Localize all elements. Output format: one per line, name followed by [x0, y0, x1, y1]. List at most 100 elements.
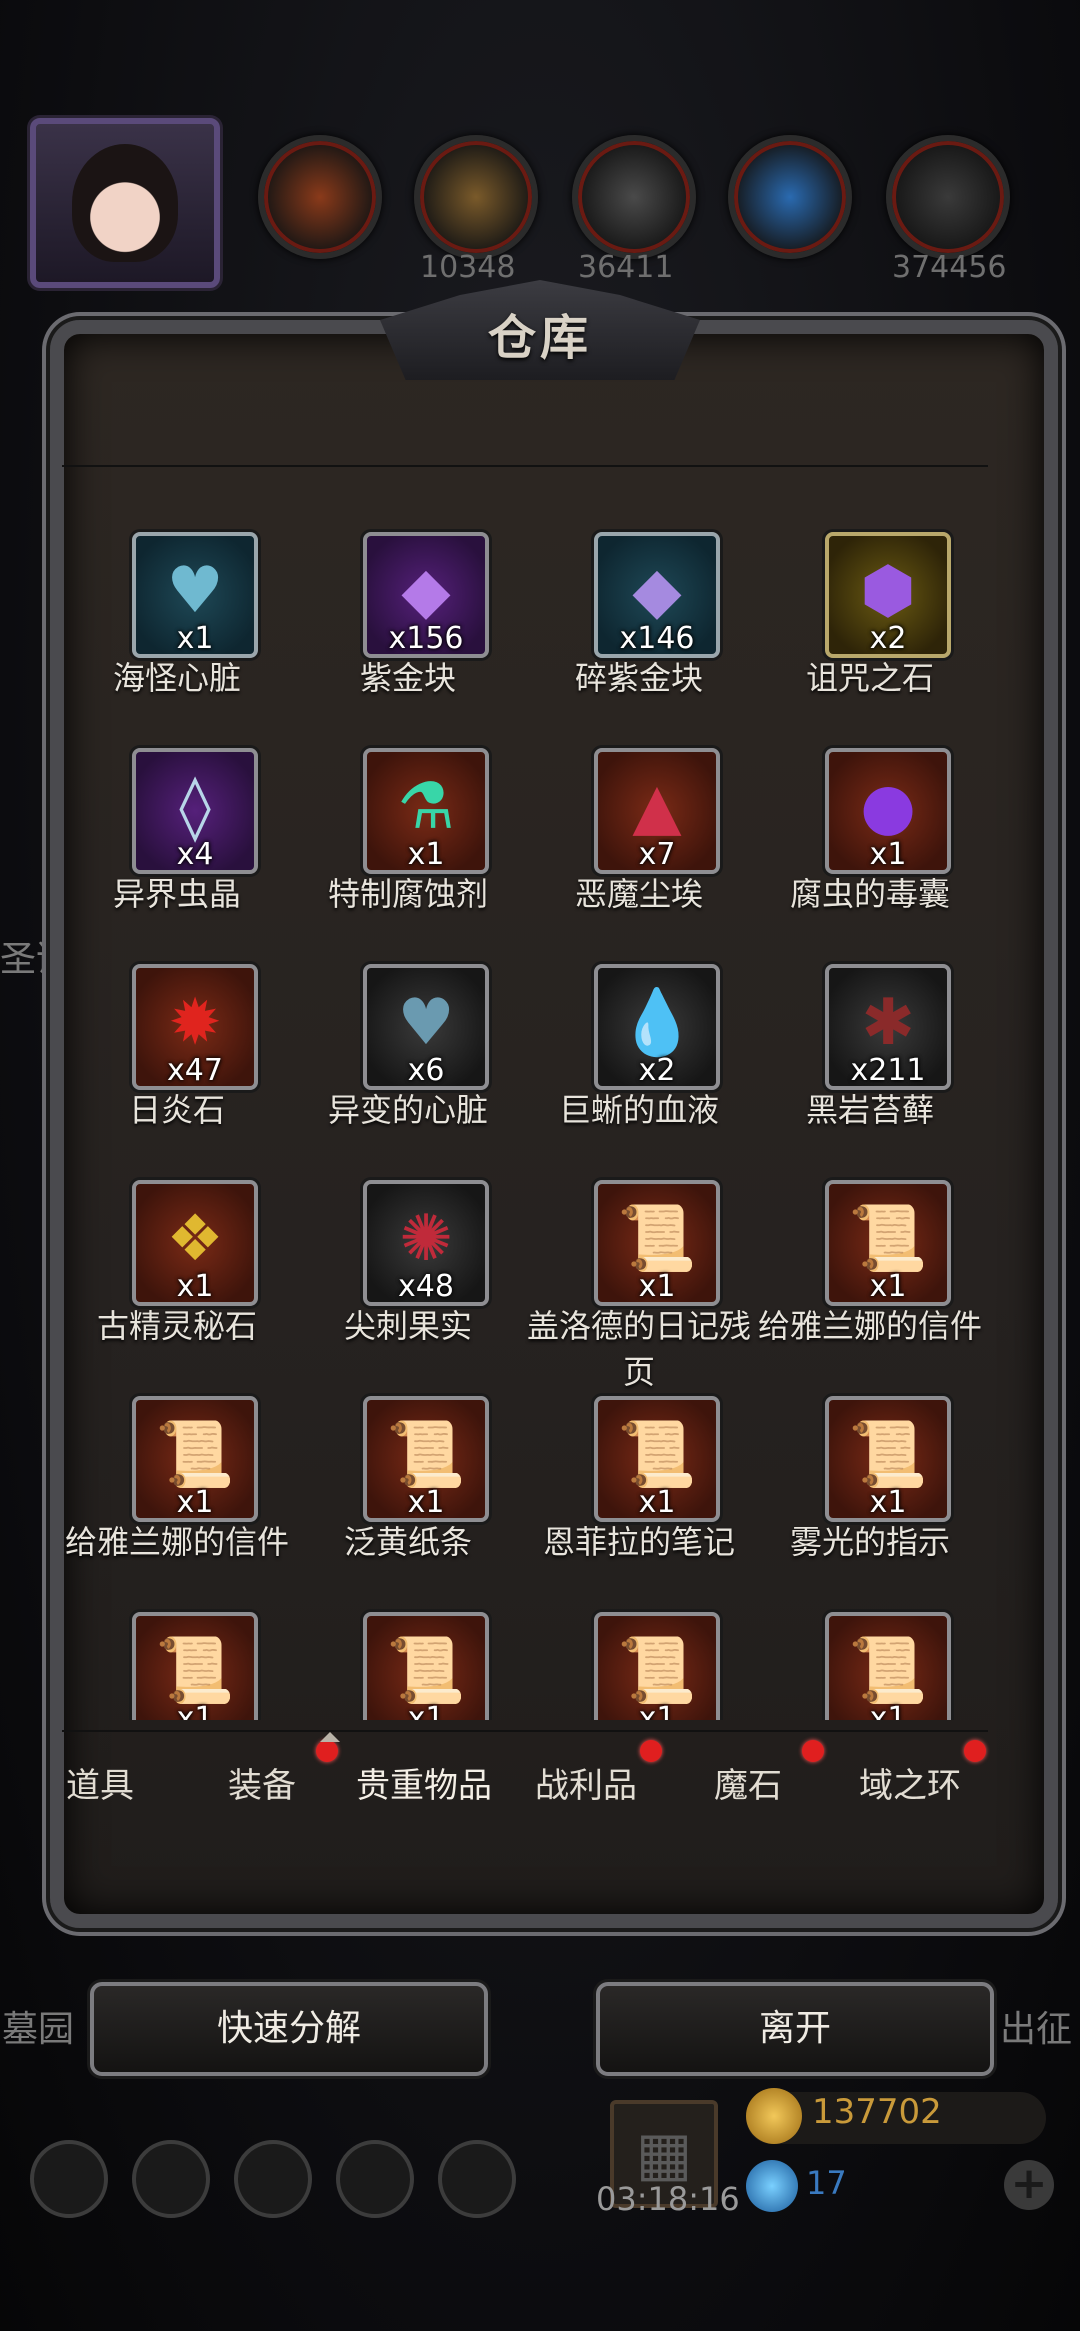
inventory-item[interactable]: ◆ x156 紫金块: [293, 520, 523, 710]
inventory-item[interactable]: 📜 x1 恩菲拉的笔记: [524, 1384, 754, 1574]
tab-4[interactable]: 魔石: [668, 1758, 828, 1807]
item-slot-frame: 📜 x1: [132, 1396, 258, 1522]
item-slot-frame: 📜 x1: [825, 1180, 951, 1306]
item-count: x1: [407, 1701, 445, 1720]
divider-bottom: [62, 1730, 988, 1732]
inventory-item[interactable]: 📜 x1 给雅兰娜的信件: [62, 1384, 292, 1574]
inventory-item[interactable]: ✹ x47 日炎石: [62, 952, 292, 1142]
item-count: x48: [398, 1269, 454, 1304]
notification-badge: [802, 1740, 824, 1762]
inventory-item[interactable]: 📜 x1: [62, 1600, 292, 1720]
tab-1[interactable]: 装备: [182, 1758, 342, 1807]
item-name: 古精灵秘石: [96, 1307, 257, 1345]
item-count: x211: [850, 1053, 926, 1088]
item-count: x1: [638, 1701, 676, 1720]
iron-bar-icon: [572, 135, 696, 259]
handshake-icon[interactable]: [438, 2140, 516, 2218]
item-name: 给雅兰娜的信件: [64, 1523, 289, 1561]
inventory-item[interactable]: 📜 x1 给雅兰娜的信件: [755, 1168, 985, 1358]
inventory-item[interactable]: ◆ x146 碎紫金块: [524, 520, 754, 710]
inventory-item[interactable]: ● x1 腐虫的毒囊: [755, 736, 985, 926]
item-slot-frame: ● x1: [825, 748, 951, 874]
tab-2[interactable]: 贵重物品: [344, 1758, 504, 1807]
item-count: x1: [638, 1485, 676, 1520]
notification-badge: [964, 1740, 986, 1762]
star-icon[interactable]: [132, 2140, 210, 2218]
item-slot-frame: ♥ x6: [363, 964, 489, 1090]
item-slot-frame: ♥ x1: [132, 532, 258, 658]
gem-icon: [746, 2160, 798, 2212]
item-count: x1: [869, 837, 907, 872]
crystal-icon: [728, 135, 852, 259]
inventory-item[interactable]: 📜 x1 盖洛德的日记残页: [524, 1168, 754, 1391]
add-currency-button[interactable]: +: [1004, 2160, 1054, 2210]
inventory-item[interactable]: 📜 x1: [293, 1600, 523, 1720]
leave-button[interactable]: 离开: [596, 1982, 994, 2076]
inventory-item[interactable]: 💧 x2 巨蜥的血液: [524, 952, 754, 1142]
item-name: 巨蜥的血液: [558, 1091, 719, 1129]
quick-decompose-button[interactable]: 快速分解: [90, 1982, 488, 2076]
inventory-item[interactable]: 📜 x1 雾光的指示: [755, 1384, 985, 1574]
item-count: x4: [176, 837, 214, 872]
item-slot-frame: 📜 x1: [594, 1396, 720, 1522]
bg-label-right-bottom: 出征: [1000, 2009, 1073, 2050]
item-name: 特制腐蚀剂: [327, 875, 488, 913]
item-slot-frame: 💧 x2: [594, 964, 720, 1090]
inventory-item[interactable]: ⬢ x2 诅咒之石: [755, 520, 985, 710]
dark-metal-icon: [886, 135, 1010, 259]
item-slot-frame: ⚗ x1: [363, 748, 489, 874]
inventory-item[interactable]: ♥ x6 异变的心脏: [293, 952, 523, 1142]
item-count: x1: [638, 1269, 676, 1304]
item-name: 碎紫金块: [574, 659, 703, 697]
inventory-item[interactable]: ◊ x4 异界虫晶: [62, 736, 292, 926]
inventory-item[interactable]: ▲ x7 恶魔尘埃: [524, 736, 754, 926]
tab-5[interactable]: 域之环: [830, 1758, 990, 1807]
item-count: x7: [638, 837, 676, 872]
inventory-item[interactable]: ❖ x1 古精灵秘石: [62, 1168, 292, 1358]
item-slot-frame: ✱ x211: [825, 964, 951, 1090]
inventory-item[interactable]: 📜 x1 泛黄纸条: [293, 1384, 523, 1574]
settings-icon[interactable]: [30, 2140, 108, 2218]
item-slot-frame: ▲ x7: [594, 748, 720, 874]
inventory-item[interactable]: 📜 x1: [524, 1600, 754, 1720]
item-slot-frame: ✹ x47: [132, 964, 258, 1090]
item-slot-frame: 📜 x1: [363, 1396, 489, 1522]
item-name: 日炎石: [128, 1091, 225, 1129]
item-name: 恶魔尘埃: [574, 875, 703, 913]
item-slot-frame: ⬢ x2: [825, 532, 951, 658]
active-tab-indicator: [320, 1732, 340, 1742]
item-name: 腐虫的毒囊: [789, 875, 950, 913]
item-name: 恩菲拉的笔记: [542, 1523, 735, 1561]
item-count: x146: [619, 621, 695, 656]
inventory-item[interactable]: ♥ x1 海怪心脏: [62, 520, 292, 710]
mail-icon[interactable]: [336, 2140, 414, 2218]
gift-timer: 03:18:16: [596, 2180, 740, 2218]
inventory-item[interactable]: ✺ x48 尖刺果实: [293, 1168, 523, 1358]
item-slot-frame: ❖ x1: [132, 1180, 258, 1306]
item-count: x47: [167, 1053, 223, 1088]
item-grid[interactable]: ♥ x1 海怪心脏 ◆ x156 紫金块 ◆ x146 碎紫金块 ⬢ x2 诅咒之石 ◊ x4 异界虫晶 ⚗ x…: [62, 470, 988, 1720]
inventory-item[interactable]: 📜 x1: [755, 1600, 985, 1720]
divider-top: [62, 465, 988, 467]
item-name: 雾光的指示: [789, 1523, 950, 1561]
item-slot-frame: ✺ x48: [363, 1180, 489, 1306]
item-slot-frame: 📜 x1: [825, 1396, 951, 1522]
avatar-portrait: [72, 144, 178, 262]
tab-3[interactable]: 战利品: [506, 1758, 666, 1807]
item-name: 异变的心脏: [327, 1091, 488, 1129]
inventory-item[interactable]: ✱ x211 黑岩苔藓: [755, 952, 985, 1142]
item-name: 诅咒之石: [805, 659, 934, 697]
item-name: 给雅兰娜的信件: [757, 1307, 982, 1345]
rank-icon[interactable]: [234, 2140, 312, 2218]
item-count: x1: [176, 1269, 214, 1304]
tab-0[interactable]: 道具: [20, 1758, 180, 1807]
inventory-item[interactable]: ⚗ x1 特制腐蚀剂: [293, 736, 523, 926]
item-count: x1: [869, 1701, 907, 1720]
item-slot-frame: 📜 x1: [363, 1612, 489, 1720]
item-count: x1: [869, 1269, 907, 1304]
player-avatar[interactable]: [30, 118, 220, 288]
item-count: x2: [869, 621, 907, 656]
item-count: x1: [176, 621, 214, 656]
fire-ore-icon: [258, 135, 382, 259]
item-name: 海怪心脏: [112, 659, 241, 697]
